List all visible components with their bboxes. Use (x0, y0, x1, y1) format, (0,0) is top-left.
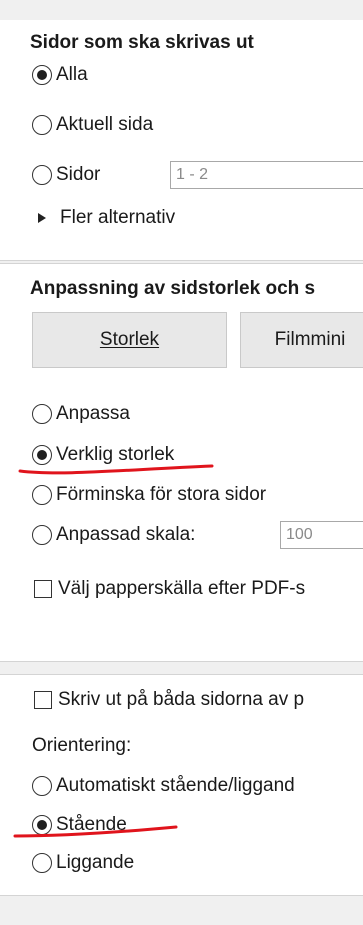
expand-triangle-icon[interactable] (38, 213, 46, 223)
radio-all-pages-label: Alla (56, 64, 88, 85)
radio-actual-size-label: Verklig storlek (56, 444, 175, 465)
radio-all-pages[interactable]: Alla (32, 61, 88, 89)
page-sizing-heading: Anpassning av sidstorlek och s (30, 278, 316, 299)
radio-current-page[interactable]: Aktuell sida (32, 111, 153, 139)
radio-auto-orientation-label: Automatiskt stående/liggand (56, 775, 295, 796)
pages-to-print-heading: Sidor som ska skrivas ut (30, 32, 254, 53)
orientation-label: Orientering: (32, 735, 132, 756)
size-button[interactable]: Storlek (32, 312, 227, 368)
radio-button[interactable] (32, 165, 52, 185)
paper-source-checkbox-label: Välj papperskälla efter PDF-s (58, 578, 306, 599)
radio-fit-label: Anpassa (56, 403, 130, 424)
more-options-label: Fler alternativ (60, 207, 176, 228)
radio-pages-range[interactable]: Sidor (32, 161, 100, 189)
radio-portrait-label: Stående (56, 814, 127, 835)
radio-button-checked[interactable] (32, 815, 52, 835)
radio-button[interactable] (32, 853, 52, 873)
radio-shrink-oversized[interactable]: Förminska för stora sidor (32, 481, 266, 509)
radio-button[interactable] (32, 404, 52, 424)
print-dialog-panel: Sidor som ska skrivas ut Alla Aktuell si… (0, 0, 363, 925)
radio-custom-scale-label: Anpassad skala: (56, 524, 196, 545)
radio-landscape[interactable]: Liggande (32, 849, 134, 877)
size-button-label: Storlek (99, 329, 160, 350)
radio-button-checked[interactable] (32, 445, 52, 465)
custom-scale-input[interactable]: 100 (280, 521, 363, 549)
duplex-orientation-section: Skriv ut på båda sidorna av p Orienterin… (0, 674, 363, 896)
radio-button[interactable] (32, 485, 52, 505)
radio-custom-scale[interactable]: Anpassad skala: (32, 521, 195, 549)
orientation-label-row: Orientering: (32, 732, 131, 760)
radio-button[interactable] (32, 776, 52, 796)
radio-button[interactable] (32, 115, 52, 135)
radio-fit[interactable]: Anpassa (32, 400, 130, 428)
radio-shrink-oversized-label: Förminska för stora sidor (56, 484, 267, 505)
page-sizing-section: Anpassning av sidstorlek och s Storlek F… (0, 263, 363, 662)
radio-actual-size[interactable]: Verklig storlek (32, 441, 174, 469)
radio-button[interactable] (32, 525, 52, 545)
pages-range-input[interactable]: 1 - 2 (170, 161, 363, 189)
radio-portrait[interactable]: Stående (32, 811, 127, 839)
radio-landscape-label: Liggande (56, 852, 135, 873)
poster-button[interactable]: Filmmini (240, 312, 363, 368)
duplex-checkbox-row[interactable]: Skriv ut på båda sidorna av p (34, 686, 304, 714)
radio-auto-orientation[interactable]: Automatiskt stående/liggand (32, 772, 295, 800)
more-options-expander[interactable]: Fler alternativ (38, 204, 175, 232)
checkbox[interactable] (34, 580, 52, 598)
radio-current-page-label: Aktuell sida (56, 114, 154, 135)
checkbox[interactable] (34, 691, 52, 709)
paper-source-checkbox-row[interactable]: Välj papperskälla efter PDF-s (34, 575, 305, 603)
poster-button-label: Filmmini (274, 329, 346, 350)
duplex-checkbox-label: Skriv ut på båda sidorna av p (58, 689, 305, 710)
pages-to-print-section: Sidor som ska skrivas ut Alla Aktuell si… (0, 20, 363, 261)
radio-button-checked[interactable] (32, 65, 52, 85)
radio-pages-range-label: Sidor (56, 164, 101, 185)
